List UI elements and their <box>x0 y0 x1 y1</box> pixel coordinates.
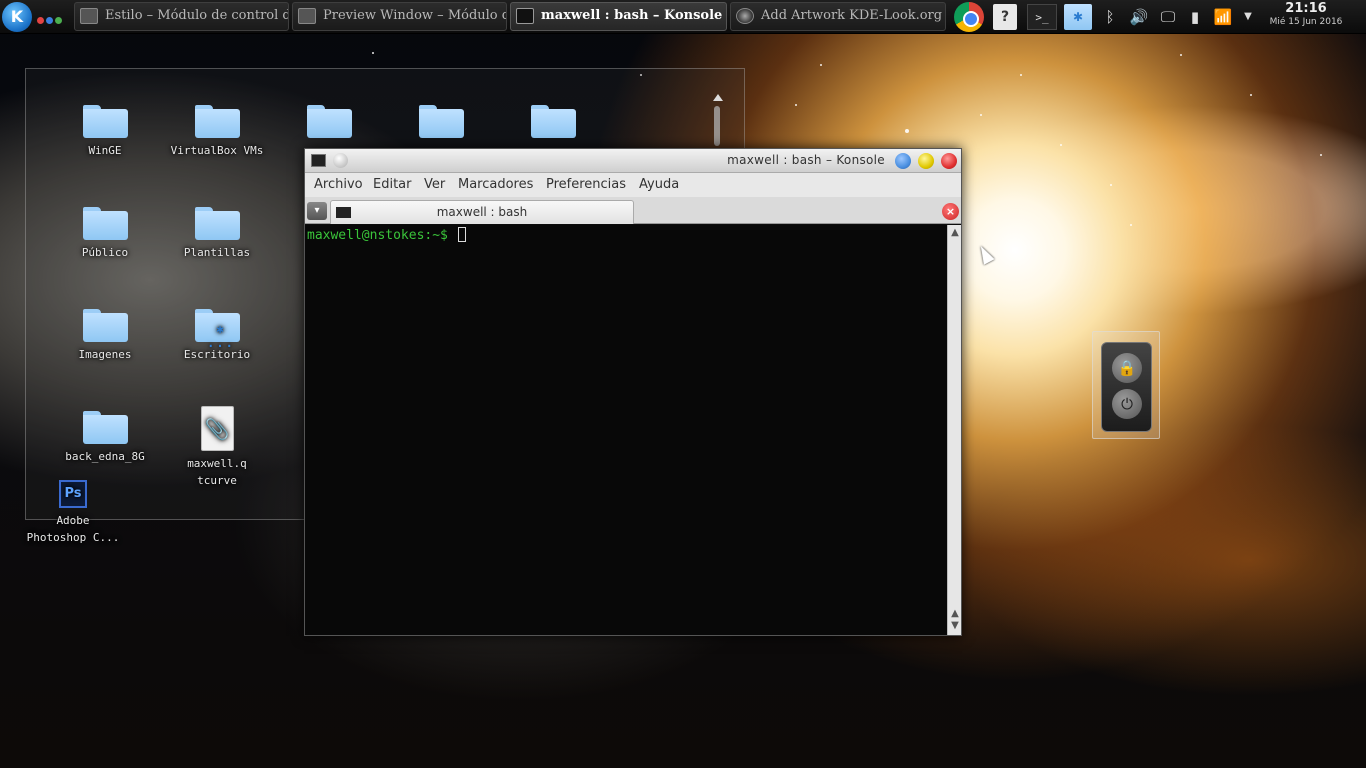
desktop-pager[interactable] <box>37 13 69 24</box>
help-icon[interactable]: ? <box>993 4 1017 30</box>
folder-icon <box>530 105 576 138</box>
battery-icon[interactable]: ▮ <box>1186 4 1204 30</box>
browser-icon <box>736 8 754 24</box>
task-label: maxwell : bash – Konsole <box>541 8 723 23</box>
close-tab-button[interactable]: × <box>942 203 959 220</box>
window-icon <box>80 8 98 24</box>
top-panel: K Estilo – Módulo de control d Preview W… <box>0 0 1366 34</box>
desktop-icon-label: Público <box>81 246 129 259</box>
desktop-icon-publico[interactable]: Público <box>55 207 155 261</box>
pager-desktop-1[interactable] <box>37 17 44 24</box>
scroll-up-arrow-icon[interactable] <box>713 94 723 101</box>
desktop-icon-label: Imagenes <box>78 348 132 361</box>
scroll-up-arrow-icon[interactable]: ▲ <box>950 609 960 619</box>
scroll-up-arrow-icon[interactable]: ▲ <box>950 228 960 238</box>
desktop-icon-label: WinGE <box>88 144 122 157</box>
window-pin-button[interactable] <box>333 153 348 168</box>
folder-launcher-icon[interactable]: ✱ <box>1064 4 1092 30</box>
folder-icon <box>194 105 240 138</box>
menu-ver[interactable]: Ver <box>424 177 445 192</box>
text-cursor <box>457 227 466 242</box>
pager-desktop-3[interactable] <box>55 17 62 24</box>
kde-folder-icon: ✱ ··· <box>194 309 240 353</box>
photoshop-icon: Ps <box>59 480 87 508</box>
folder-icon <box>82 309 128 342</box>
new-tab-button[interactable]: ▾ <box>307 202 327 220</box>
menu-marcadores[interactable]: Marcadores <box>458 177 533 192</box>
menu-editar[interactable]: Editar <box>373 177 412 192</box>
window-titlebar[interactable]: maxwell : bash – Konsole <box>305 149 961 173</box>
window-icon <box>298 8 316 24</box>
lock-logout-widget: 🔒 ⏻ <box>1092 331 1160 439</box>
menu-preferencias[interactable]: Preferencias <box>546 177 626 192</box>
task-label: Preview Window – Módulo de <box>323 8 507 23</box>
folder-icon <box>82 105 128 138</box>
task-estilo[interactable]: Estilo – Módulo de control d <box>74 2 289 31</box>
terminal-launcher-icon[interactable]: >_ <box>1027 4 1057 30</box>
desktop-icon-imagenes[interactable]: Imagenes <box>55 309 155 363</box>
pager-desktop-2[interactable] <box>46 17 53 24</box>
desktop-icon-label: VirtualBox VMs <box>170 144 264 157</box>
desktop-icon-label: back_edna_8G <box>65 450 145 463</box>
desktop-icon-hidden-1[interactable] <box>279 105 379 142</box>
paperclip-icon: 📎 <box>200 406 234 451</box>
folder-icon <box>82 207 128 240</box>
desktop-icon-label: maxwell.qtcurve <box>187 457 247 487</box>
menu-ayuda[interactable]: Ayuda <box>639 177 679 192</box>
menu-archivo[interactable]: Archivo <box>314 177 363 192</box>
task-label: Estilo – Módulo de control d <box>105 8 289 23</box>
scroll-down-arrow-icon[interactable]: ▼ <box>950 621 960 631</box>
terminal-area[interactable]: maxwell@nstokes:~$ <box>305 225 947 635</box>
lock-icon[interactable]: 🔒 <box>1112 353 1142 383</box>
desktop-icon-winge[interactable]: WinGE <box>55 105 155 159</box>
tab-maxwell-bash[interactable]: maxwell : bash <box>330 200 634 224</box>
minimize-button[interactable] <box>895 153 911 169</box>
desktop-icon-label: Plantillas <box>183 246 251 259</box>
desktop-icon-photoshop[interactable]: Ps Adobe Photoshop C... <box>23 480 123 546</box>
tab-label: maxwell : bash <box>436 205 528 219</box>
wifi-icon[interactable]: 📶 <box>1210 4 1236 30</box>
display-icon[interactable]: 🖵 <box>1155 4 1181 30</box>
desktop-icon-hidden-3[interactable] <box>503 105 603 142</box>
task-kde-look[interactable]: Add Artwork KDE-Look.org <box>730 2 946 31</box>
desktop-icon-hidden-2[interactable] <box>391 105 491 142</box>
desktop-icon-maxwell-qtcurve[interactable]: 📎 maxwell.qtcurve <box>167 406 267 489</box>
folder-icon <box>306 105 352 138</box>
terminal-icon <box>516 8 534 24</box>
lock-logout-panel: 🔒 ⏻ <box>1101 342 1152 432</box>
task-preview-window[interactable]: Preview Window – Módulo de <box>292 2 507 31</box>
scrollbar-thumb[interactable] <box>714 106 720 146</box>
maximize-button[interactable] <box>918 153 934 169</box>
desktop-icon-back-edna[interactable]: back_edna_8G <box>55 411 155 465</box>
chrome-icon[interactable] <box>954 2 984 32</box>
bluetooth-icon[interactable]: ᛒ <box>1100 4 1120 30</box>
folder-icon <box>194 207 240 240</box>
task-konsole[interactable]: maxwell : bash – Konsole <box>510 2 727 31</box>
chevron-down-icon[interactable]: ▼ <box>1240 4 1256 30</box>
volume-icon[interactable]: 🔊 <box>1127 4 1151 30</box>
tab-bar: ▾ maxwell : bash × <box>305 197 961 224</box>
clock[interactable]: 21:16 Mié 15 Jun 2016 <box>1262 0 1350 34</box>
folder-icon <box>418 105 464 138</box>
window-title: maxwell : bash – Konsole <box>727 153 885 167</box>
clock-time: 21:16 <box>1285 1 1327 16</box>
clock-date: Mié 15 Jun 2016 <box>1269 17 1343 27</box>
desktop-icon-virtualbox-vms[interactable]: VirtualBox VMs <box>167 105 267 159</box>
power-icon[interactable]: ⏻ <box>1112 389 1142 419</box>
konsole-window: maxwell : bash – Konsole Archivo Editar … <box>304 148 962 636</box>
terminal-icon[interactable] <box>311 154 326 167</box>
menubar: Archivo Editar Ver Marcadores Preferenci… <box>305 173 961 197</box>
desktop-icon-plantillas[interactable]: Plantillas <box>167 207 267 261</box>
shell-prompt: maxwell@nstokes:~$ <box>307 228 456 243</box>
terminal-scrollbar[interactable]: ▲ ▲ ▼ <box>947 225 961 635</box>
task-label: Add Artwork KDE-Look.org <box>761 8 943 23</box>
kde-launcher-button[interactable]: K <box>2 2 32 32</box>
desktop-icon-escritorio[interactable]: ✱ ··· Escritorio <box>167 309 267 363</box>
close-button[interactable] <box>941 153 957 169</box>
desktop-icon-label: Adobe Photoshop C... <box>26 514 120 544</box>
folder-icon <box>82 411 128 444</box>
